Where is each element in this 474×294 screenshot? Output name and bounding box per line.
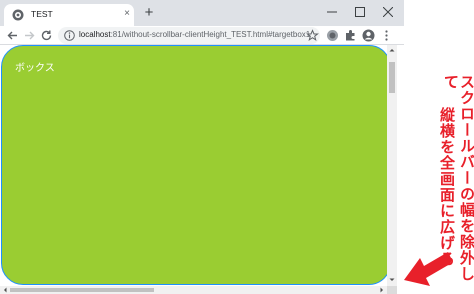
scroll-down-icon[interactable] bbox=[387, 276, 397, 284]
puzzle-icon[interactable] bbox=[344, 29, 357, 42]
plus-icon[interactable]: + bbox=[141, 5, 157, 21]
url-path: :81/without-scrollbar-clientHeight_TEST.… bbox=[110, 30, 311, 39]
target-box: ボックス bbox=[1, 45, 391, 285]
close-icon[interactable]: × bbox=[120, 7, 134, 21]
info-icon[interactable] bbox=[64, 30, 75, 41]
vertical-scrollbar[interactable] bbox=[387, 45, 397, 286]
tab-strip: TEST × + bbox=[0, 0, 404, 26]
profile-icon[interactable] bbox=[362, 29, 375, 42]
tab-test[interactable]: TEST × bbox=[4, 4, 134, 26]
browser-toolbar: localhost:81/without-scrollbar-clientHei… bbox=[0, 26, 404, 45]
minimize-icon[interactable] bbox=[318, 0, 346, 24]
scroll-up-icon[interactable] bbox=[387, 46, 397, 54]
back-arrow-icon[interactable] bbox=[6, 29, 19, 42]
annotation-line-1: スクロールバーの幅を除外して bbox=[442, 74, 474, 282]
globe-icon bbox=[12, 9, 24, 21]
star-icon[interactable] bbox=[306, 29, 319, 42]
extension-icon[interactable] bbox=[326, 29, 339, 42]
vertical-scroll-thumb[interactable] bbox=[389, 62, 395, 93]
arrow-icon bbox=[404, 252, 452, 286]
page-viewport: ボックス bbox=[0, 45, 404, 294]
horizontal-scroll-thumb[interactable] bbox=[10, 288, 154, 292]
browser-window: TEST × + localhost:81/without-scrollbar-… bbox=[0, 0, 404, 294]
tab-title: TEST bbox=[31, 9, 53, 19]
maximize-icon[interactable] bbox=[346, 0, 374, 24]
box-label: ボックス bbox=[15, 63, 55, 74]
annotation-line-2: 縦横を全画面に広げる bbox=[438, 107, 455, 267]
scroll-left-icon[interactable] bbox=[1, 286, 9, 294]
url-host: localhost bbox=[79, 30, 111, 39]
scroll-right-icon[interactable] bbox=[378, 286, 386, 294]
window-close-icon[interactable] bbox=[374, 0, 402, 24]
menu-dots-icon[interactable] bbox=[380, 29, 393, 42]
url-text: localhost:81/without-scrollbar-clientHei… bbox=[79, 30, 310, 39]
address-bar[interactable]: localhost:81/without-scrollbar-clientHei… bbox=[58, 27, 320, 44]
horizontal-scrollbar[interactable] bbox=[0, 286, 387, 294]
scrollbar-corner bbox=[387, 286, 397, 294]
reload-icon[interactable] bbox=[40, 29, 53, 42]
forward-arrow-icon[interactable] bbox=[23, 29, 36, 42]
